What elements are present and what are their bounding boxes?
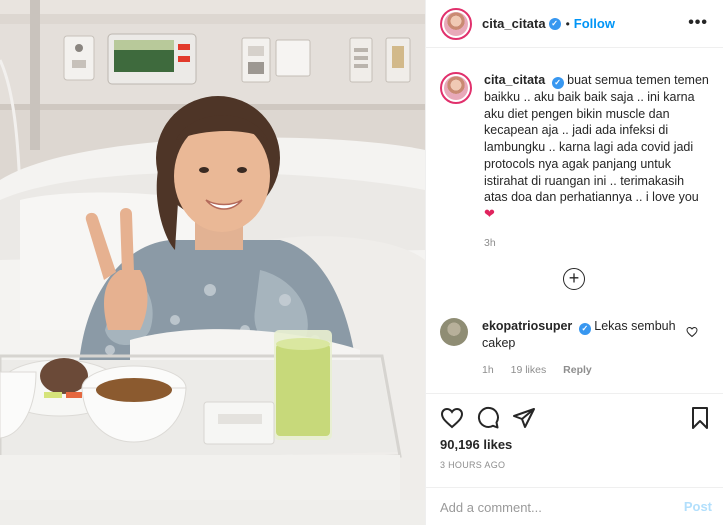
author-username[interactable]: cita_citata xyxy=(482,16,546,31)
plus-circle-icon[interactable]: + xyxy=(563,268,585,290)
caption-text: buat semua temen temen baikku .. aku bai… xyxy=(484,73,709,205)
instagram-post: cita_citata ✓ • Follow ••• cita_citata ✓… xyxy=(0,0,723,525)
commenter-avatar[interactable] xyxy=(440,318,468,346)
post-photo[interactable] xyxy=(0,0,425,525)
posted-time[interactable]: 3 HOURS AGO xyxy=(440,460,505,470)
separator-dot: • xyxy=(565,16,570,31)
verified-badge-icon: ✓ xyxy=(578,323,591,335)
more-options-icon[interactable]: ••• xyxy=(688,14,708,32)
add-comment-input[interactable] xyxy=(440,498,660,516)
post-side-panel: cita_citata ✓ • Follow ••• cita_citata ✓… xyxy=(425,0,723,525)
comment-item: ekopatriosuper ✓ Lekas sembuh cakep 1h 1… xyxy=(440,318,710,378)
caption-time[interactable]: 3h xyxy=(484,235,710,252)
caption-username[interactable]: cita_citata xyxy=(484,73,545,87)
comment-like-heart-icon[interactable] xyxy=(686,326,698,338)
action-icons xyxy=(440,406,712,430)
bookmark-icon[interactable] xyxy=(688,406,712,430)
hospital-bed-photo xyxy=(0,0,425,525)
add-comment-bar: Post xyxy=(426,487,723,525)
heart-icon[interactable] xyxy=(440,406,464,430)
comment-username[interactable]: ekopatriosuper xyxy=(482,319,572,333)
comment-time[interactable]: 1h xyxy=(482,364,494,376)
likes-count[interactable]: 90,196 likes xyxy=(440,437,512,452)
follow-button[interactable]: Follow xyxy=(574,16,615,31)
caption-body: cita_citata ✓ buat semua temen temen bai… xyxy=(484,72,710,251)
post-comment-button[interactable]: Post xyxy=(684,499,712,514)
verified-badge-icon: ✓ xyxy=(548,17,561,30)
paper-plane-icon[interactable] xyxy=(512,406,536,430)
reply-button[interactable]: Reply xyxy=(563,364,592,376)
comment-body: ekopatriosuper ✓ Lekas sembuh cakep 1h 1… xyxy=(482,318,692,378)
comment-meta: 1h 19 likes Reply xyxy=(482,362,692,379)
caption-avatar[interactable] xyxy=(440,72,472,104)
author-avatar[interactable] xyxy=(440,7,472,40)
comment-icon[interactable] xyxy=(476,406,500,430)
post-header: cita_citata ✓ • Follow ••• xyxy=(426,0,723,48)
red-heart-emoji-icon: ❤ xyxy=(484,205,495,221)
comment-likes[interactable]: 19 likes xyxy=(511,364,547,376)
caption: cita_citata ✓ buat semua temen temen bai… xyxy=(440,72,710,251)
verified-badge-icon: ✓ xyxy=(551,77,564,89)
